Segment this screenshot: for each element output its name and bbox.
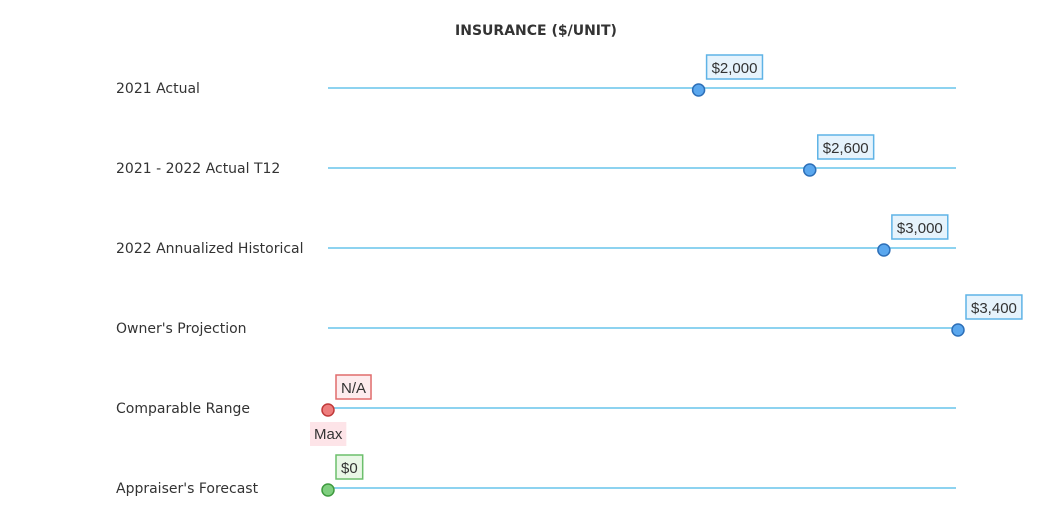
- chart-title: INSURANCE ($/UNIT): [455, 23, 617, 39]
- data-point[interactable]: [877, 243, 891, 257]
- row-label: Comparable Range: [116, 401, 250, 417]
- data-point[interactable]: [951, 323, 965, 337]
- row-label: 2021 Actual: [116, 81, 200, 97]
- range-sub-label: Max: [314, 426, 343, 443]
- chart-row: Appraiser's Forecast $0: [116, 454, 956, 497]
- value-label: $2,000: [712, 60, 758, 77]
- insurance-chart: INSURANCE ($/UNIT) 2021 Actual$2,0002021…: [116, 23, 1023, 497]
- value-label: N/A: [341, 380, 366, 397]
- data-point[interactable]: [691, 83, 706, 97]
- value-label: $2,600: [823, 140, 869, 157]
- value-label: $3,400: [971, 300, 1017, 317]
- value-label: $3,000: [897, 220, 943, 237]
- chart-row: Owner's Projection $3,400: [116, 294, 1023, 337]
- row-label: 2021 - 2022 Actual T12: [116, 161, 280, 177]
- chart-row: 2021 - 2022 Actual T12 $2,600: [116, 134, 956, 177]
- row-label: 2022 Annualized Historical: [116, 241, 304, 257]
- data-point[interactable]: [321, 483, 335, 497]
- row-label: Owner's Projection: [116, 321, 247, 337]
- chart-row: 2021 Actual $2,000: [116, 54, 956, 97]
- data-point[interactable]: [803, 163, 817, 177]
- data-point[interactable]: [321, 403, 335, 417]
- chart-row: 2022 Annualized Historical $3,000: [116, 214, 956, 257]
- row-label: Appraiser's Forecast: [116, 481, 259, 497]
- value-label: $0: [341, 460, 358, 477]
- chart-rows: 2021 Actual $2,000 2021 - 2022 Actual T12 $…: [116, 54, 1023, 497]
- chart-row: Comparable Range N/A Max: [116, 374, 956, 446]
